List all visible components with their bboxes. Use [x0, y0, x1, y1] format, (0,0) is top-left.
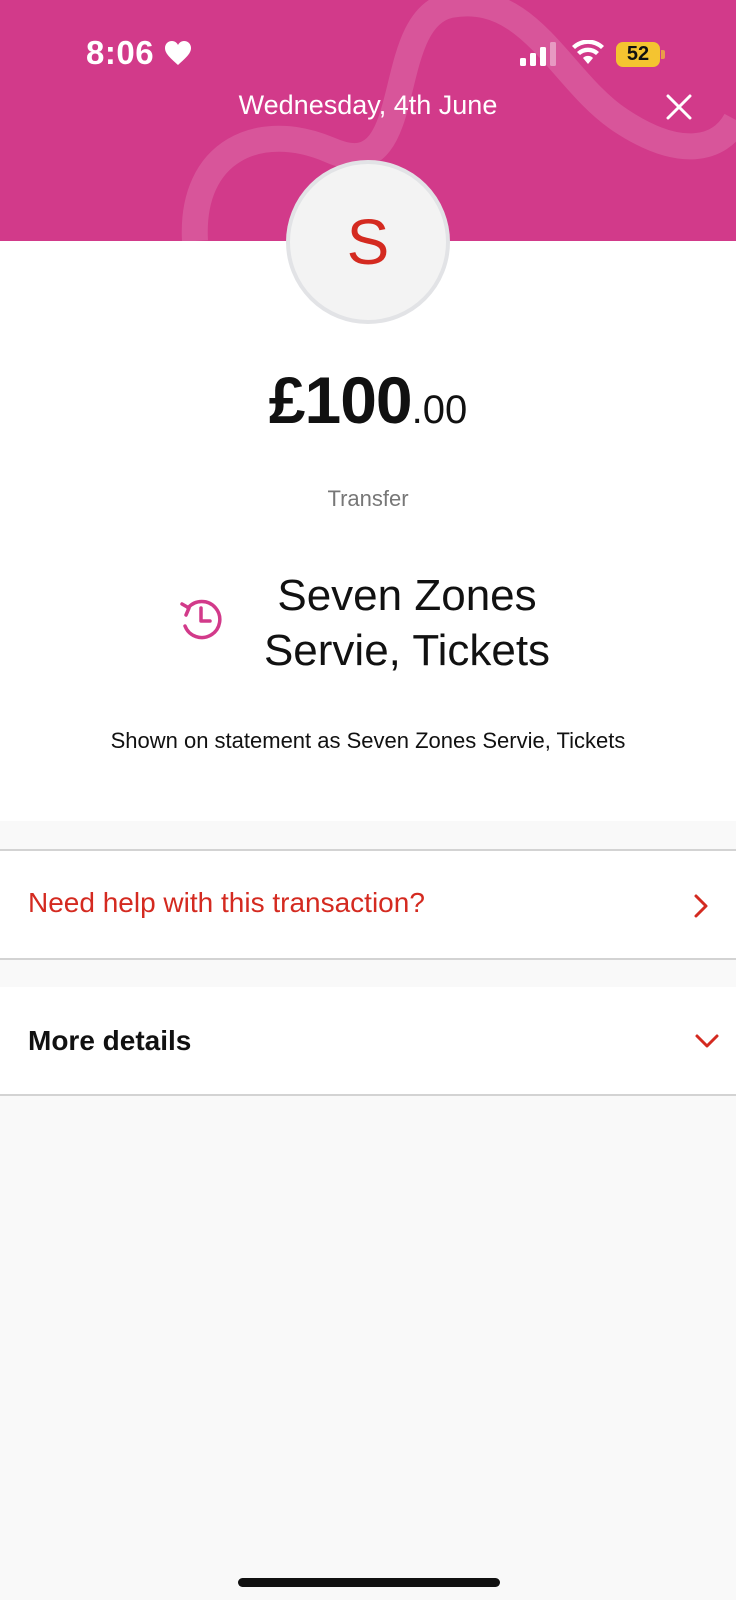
- avatar: S: [286, 160, 450, 324]
- recurring-payment-icon: [180, 599, 222, 640]
- more-details-row[interactable]: More details: [0, 987, 736, 1095]
- amount-minor: .00: [411, 388, 468, 432]
- merchant-name-line2: Servie, Tickets: [263, 626, 551, 675]
- battery-icon: 52: [616, 42, 665, 67]
- header-date: Wednesday, 4th June: [238, 90, 498, 120]
- transaction-detail-screen: 8:06 52 Wednesday, 4th June S £100.00 Tr…: [0, 0, 736, 1600]
- amount-major: £100: [268, 363, 413, 437]
- avatar-initial: S: [346, 206, 390, 278]
- help-transaction-label: Need help with this transaction?: [28, 887, 425, 918]
- transaction-amount: £100.00: [0, 362, 736, 438]
- merchant: Seven Zones Servie, Tickets: [170, 568, 590, 678]
- status-time: 8:06: [86, 34, 155, 71]
- merchant-name-line1: Seven Zones: [277, 571, 537, 620]
- chevron-down-icon: [695, 1034, 719, 1048]
- home-indicator[interactable]: [238, 1578, 500, 1587]
- merchant-name: Seven Zones Servie, Tickets: [232, 568, 582, 678]
- divider: [0, 1094, 736, 1096]
- divider: [0, 958, 736, 960]
- heart-icon: [165, 41, 191, 65]
- battery-level: 52: [626, 43, 650, 65]
- more-details-label: More details: [28, 1025, 192, 1056]
- statement-text: Shown on statement as Seven Zones Servie…: [110, 728, 626, 753]
- close-icon[interactable]: [666, 94, 692, 120]
- help-transaction-row[interactable]: Need help with this transaction?: [0, 851, 736, 959]
- chevron-right-icon: [694, 894, 708, 918]
- transaction-type: Transfer: [327, 486, 409, 511]
- wifi-icon: [572, 40, 604, 64]
- signal-icon: [520, 42, 556, 66]
